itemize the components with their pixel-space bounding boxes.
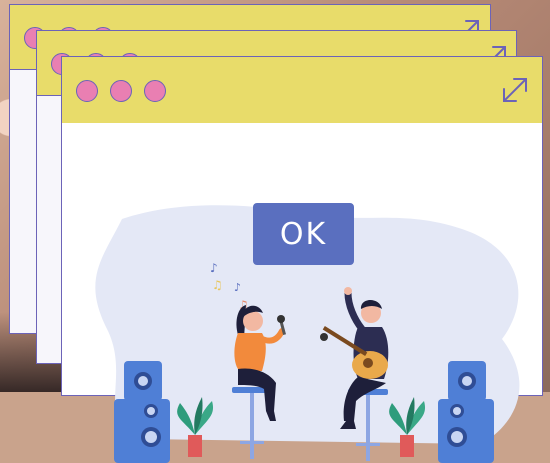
ok-button[interactable]: OK [253, 203, 354, 265]
dialog-window: ♪ ♫ ♪ ♫ OK [61, 56, 543, 463]
window-dot-minimize[interactable] [110, 80, 132, 102]
window-dot-close[interactable] [76, 80, 98, 102]
window-dot-zoom[interactable] [144, 80, 166, 102]
svg-text:♪: ♪ [234, 281, 241, 294]
svg-text:♪: ♪ [210, 261, 218, 275]
svg-text:♫: ♫ [212, 278, 223, 292]
window-titlebar [62, 57, 542, 124]
dialog-content: ♪ ♫ ♪ ♫ OK [62, 123, 542, 463]
expand-arrow-icon[interactable] [498, 73, 532, 107]
